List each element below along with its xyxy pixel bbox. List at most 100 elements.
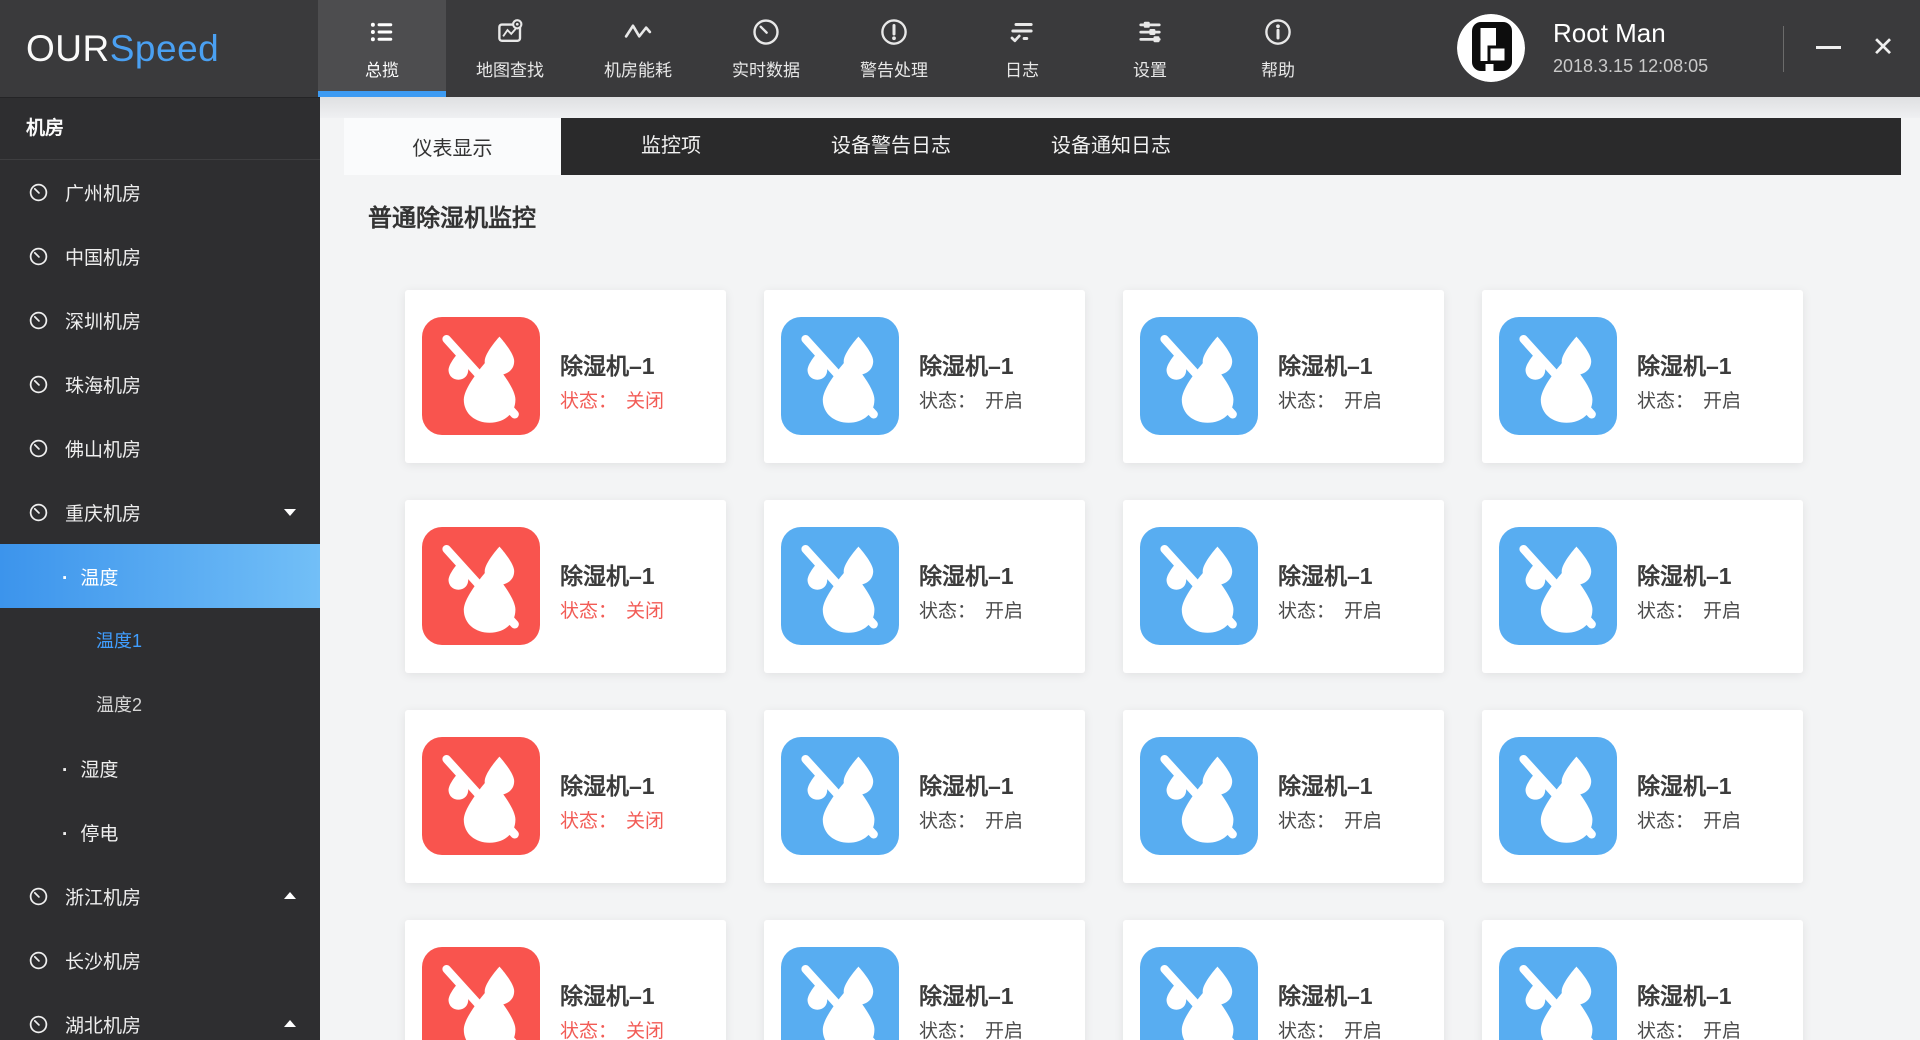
status-label: 状态： [560, 811, 617, 832]
sidebar-item-label: 珠海机房 [65, 371, 141, 398]
nav-item-label: 警告处理 [860, 56, 928, 81]
device-status: 状态：开启 [919, 386, 1023, 413]
nav-item-energy[interactable]: 机房能耗 [574, 0, 702, 97]
nav-item-label: 总揽 [365, 56, 399, 81]
sidebar-item-0[interactable]: 广州机房 [0, 160, 320, 224]
status-value: 开启 [1703, 601, 1741, 622]
nav-item-label: 机房能耗 [604, 56, 672, 81]
status-value: 开启 [985, 811, 1023, 832]
gauge-icon [28, 438, 49, 459]
sidebar-item-label: 佛山机房 [65, 435, 141, 462]
status-label: 状态： [1637, 1021, 1694, 1040]
status-value: 关闭 [626, 601, 664, 622]
dehumidifier-card[interactable]: 除湿机–1 状态：开启 [1482, 920, 1803, 1040]
sidebar-item-9[interactable]: 湿度 [0, 736, 320, 800]
nav-item-log[interactable]: 日志 [958, 0, 1086, 97]
nav-item-alert[interactable]: 警告处理 [830, 0, 958, 97]
dehumidifier-droplets-icon [781, 527, 899, 645]
dehumidifier-card[interactable]: 除湿机–1 状态：开启 [1482, 500, 1803, 673]
status-value: 关闭 [626, 811, 664, 832]
tab-item-1[interactable]: 监控项 [561, 118, 781, 175]
sidebar-item-label: 重庆机房 [65, 499, 141, 526]
dehumidifier-card[interactable]: 除湿机–1 状态：开启 [1123, 920, 1444, 1040]
sidebar-item-label: 停电 [62, 819, 118, 846]
dehumidifier-card[interactable]: 除湿机–1 状态：开启 [764, 710, 1085, 883]
sidebar-item-1[interactable]: 中国机房 [0, 224, 320, 288]
dehumidifier-card[interactable]: 除湿机–1 状态：开启 [1123, 710, 1444, 883]
sidebar-item-6[interactable]: 温度 [0, 544, 320, 608]
dehumidifier-card[interactable]: 除湿机–1 状态：开启 [764, 290, 1085, 463]
tab-dashboard[interactable]: 仪表显示 [344, 118, 561, 175]
dehumidifier-card[interactable]: 除湿机–1 状态：关闭 [405, 500, 726, 673]
dehumidifier-card[interactable]: 除湿机–1 状态：关闭 [405, 920, 726, 1040]
nav-item-map-search[interactable]: 地图查找 [446, 0, 574, 97]
caret-down-icon [284, 509, 296, 516]
device-title: 除湿机–1 [560, 767, 655, 801]
status-value: 开启 [1344, 1021, 1382, 1040]
tab-gap-strip [320, 97, 1920, 118]
sidebar-item-10[interactable]: 停电 [0, 800, 320, 864]
device-title: 除湿机–1 [919, 557, 1014, 591]
caret-up-icon [284, 1020, 296, 1027]
sidebar-item-2[interactable]: 深圳机房 [0, 288, 320, 352]
dehumidifier-card[interactable]: 除湿机–1 状态： 开启 [764, 500, 1085, 673]
tab-item-2[interactable]: 设备警告日志 [781, 118, 1001, 175]
status-value: 开启 [985, 601, 1023, 622]
realtime-icon [751, 16, 781, 48]
sidebar-item-label: 中国机房 [65, 243, 141, 270]
device-status: 状态：开启 [1637, 1016, 1741, 1040]
tab-item-3[interactable]: 设备通知日志 [1001, 118, 1221, 175]
device-status: 状态：开启 [1637, 596, 1741, 623]
sidebar-item-11[interactable]: 浙江机房 [0, 864, 320, 928]
status-value: 开启 [985, 1021, 1023, 1040]
dehumidifier-card[interactable]: 除湿机–1 状态：开启 [1482, 710, 1803, 883]
dehumidifier-card[interactable]: 除湿机–1 状态：开启 [1482, 290, 1803, 463]
sidebar-item-7[interactable]: 温度1 [0, 608, 320, 672]
dehumidifier-card[interactable]: 除湿机–1 状态：开启 [1123, 290, 1444, 463]
status-label: 状态： [560, 1021, 617, 1040]
window-controls-divider [1783, 26, 1784, 72]
device-status: 状态：开启 [919, 806, 1023, 833]
sidebar-item-4[interactable]: 佛山机房 [0, 416, 320, 480]
nav-item-realtime[interactable]: 实时数据 [702, 0, 830, 97]
device-title: 除湿机–1 [560, 557, 655, 591]
avatar-logo-icon [1457, 14, 1525, 82]
nav-item-label: 实时数据 [732, 56, 800, 81]
gauge-icon [28, 886, 49, 907]
dehumidifier-droplets-icon [1499, 317, 1617, 435]
nav-item-settings[interactable]: 设置 [1086, 0, 1214, 97]
dehumidifier-card[interactable]: 除湿机–1 状态： 关闭 [405, 710, 726, 883]
status-value: 开启 [1703, 811, 1741, 832]
user-datetime: 2018.3.15 12:08:05 [1553, 56, 1708, 77]
device-status: 状态：开启 [1278, 386, 1382, 413]
sidebar-item-label: 深圳机房 [65, 307, 141, 334]
sidebar-item-label: 温度1 [96, 627, 142, 653]
sidebar-item-13[interactable]: 湖北机房 [0, 992, 320, 1040]
sidebar-item-3[interactable]: 珠海机房 [0, 352, 320, 416]
sidebar-item-8[interactable]: 温度2 [0, 672, 320, 736]
status-label: 状态： [1278, 391, 1335, 412]
status-label: 状态： [1278, 1021, 1335, 1040]
minimize-button[interactable] [1812, 30, 1846, 64]
sidebar-item-12[interactable]: 长沙机房 [0, 928, 320, 992]
gauge-icon [28, 374, 49, 395]
dehumidifier-droplets-icon [1140, 527, 1258, 645]
dehumidifier-card[interactable]: 除湿机–1 状态：开启 [1123, 500, 1444, 673]
status-value: 开启 [1703, 391, 1741, 412]
device-status: 状态： 关闭 [560, 806, 664, 833]
logo-prefix: OUR [26, 28, 110, 69]
avatar[interactable] [1457, 14, 1525, 82]
sidebar-item-5[interactable]: 重庆机房 [0, 480, 320, 544]
dehumidifier-card[interactable]: 除湿机–1 状态：关闭 [405, 290, 726, 463]
map-search-icon [495, 16, 525, 48]
user-name: Root Man [1553, 18, 1666, 49]
log-icon [1007, 16, 1037, 48]
nav-item-overview[interactable]: 总揽 [318, 0, 446, 97]
status-label: 状态： [919, 601, 976, 622]
sidebar-item-label: 广州机房 [65, 179, 141, 206]
nav-item-help[interactable]: 帮助 [1214, 0, 1342, 97]
dehumidifier-card[interactable]: 除湿机–1 状态：开启 [764, 920, 1085, 1040]
gauge-icon [28, 310, 49, 331]
device-status: 状态：关闭 [560, 596, 664, 623]
close-button[interactable]: ✕ [1866, 30, 1900, 64]
